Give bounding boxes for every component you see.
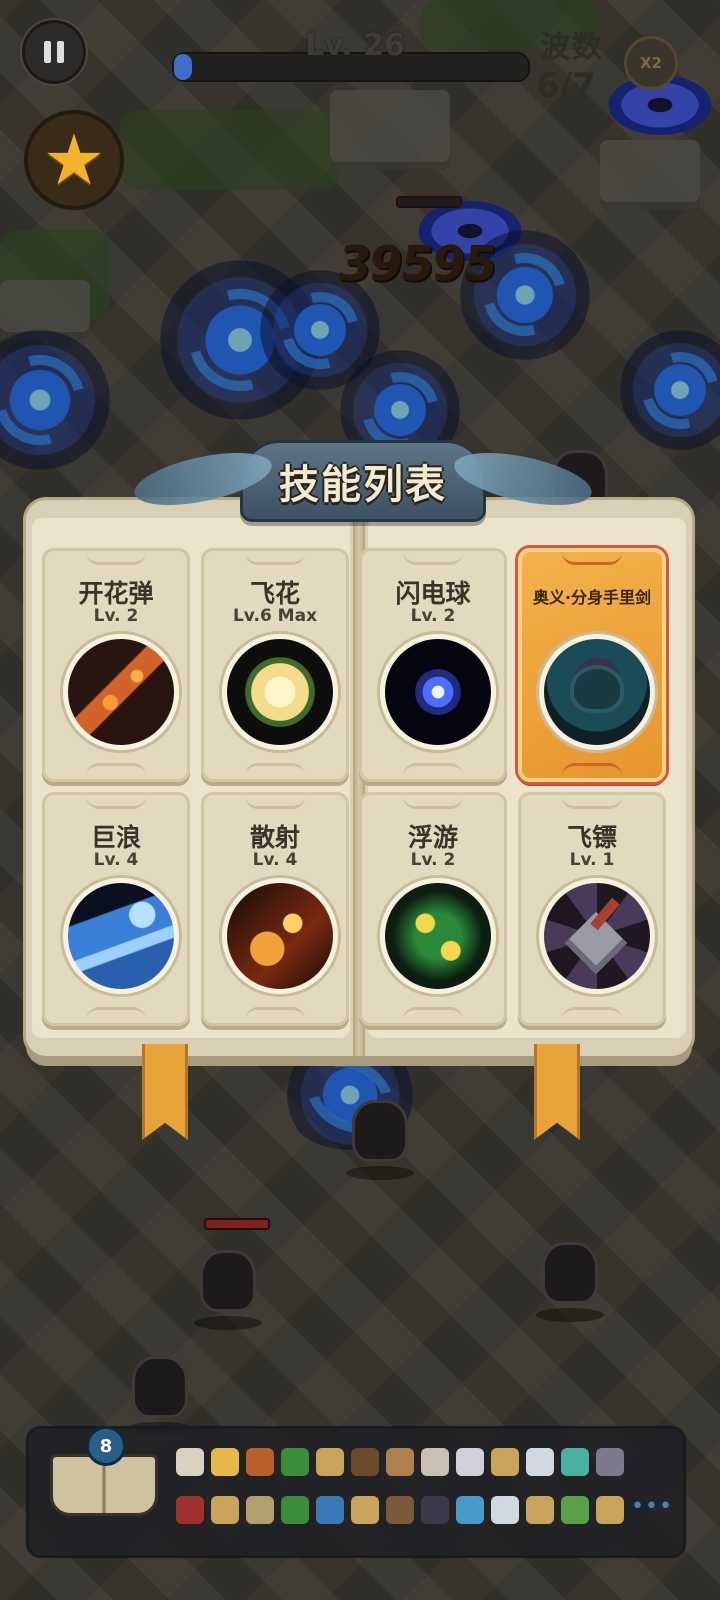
card-flourish bbox=[403, 796, 463, 809]
skill-list-title: 技能列表 bbox=[279, 462, 447, 508]
floating-orb-icon bbox=[380, 878, 496, 994]
lightning-ball-icon bbox=[380, 634, 496, 750]
inventory-item-icon[interactable] bbox=[596, 1496, 624, 1524]
skill-card-dart[interactable]: 飞镖 Lv. 1 bbox=[518, 792, 666, 1026]
card-flourish bbox=[245, 796, 305, 809]
pause-button[interactable] bbox=[22, 20, 86, 84]
inventory-item-grid: ••• bbox=[176, 1442, 676, 1542]
skill-name: 浮游 bbox=[407, 823, 458, 852]
skill-name: 飞花 bbox=[249, 579, 300, 608]
inventory-item-icon[interactable] bbox=[491, 1448, 519, 1476]
inventory-item-icon[interactable] bbox=[456, 1496, 484, 1524]
more-items-button[interactable]: ••• bbox=[631, 1490, 672, 1530]
card-flourish bbox=[562, 763, 622, 776]
skill-name: 奥义·分身手里剑 bbox=[532, 588, 652, 607]
bloom-bullet-icon bbox=[63, 634, 179, 750]
skill-level: Lv. 4 bbox=[252, 850, 298, 870]
skill-name: 巨浪 bbox=[90, 823, 141, 852]
inventory-item-icon[interactable] bbox=[596, 1448, 624, 1476]
skill-level: Lv. 2 bbox=[410, 606, 456, 626]
star-skill-button[interactable]: ★ bbox=[24, 110, 124, 210]
inventory-item-icon[interactable] bbox=[316, 1448, 344, 1476]
flying-flower-icon bbox=[222, 634, 338, 750]
card-flourish bbox=[245, 763, 305, 776]
skill-name: 飞镖 bbox=[566, 823, 617, 852]
star-icon: ★ bbox=[42, 119, 106, 201]
giant-wave-icon bbox=[63, 878, 179, 994]
pause-icon bbox=[44, 41, 51, 63]
skill-card-clone-shuriken[interactable]: 奥义·分身手里剑 bbox=[518, 548, 666, 782]
skill-card-giant-wave[interactable]: 巨浪 Lv. 4 bbox=[42, 792, 190, 1026]
inventory-item-icon[interactable] bbox=[211, 1448, 239, 1476]
card-flourish bbox=[86, 763, 146, 776]
skill-level: Lv. 4 bbox=[93, 850, 139, 870]
player-level: Lv. 26 bbox=[305, 28, 405, 63]
inventory-item-icon[interactable] bbox=[561, 1496, 589, 1524]
skill-level: Lv. 2 bbox=[93, 606, 139, 626]
inventory-item-icon[interactable] bbox=[526, 1448, 554, 1476]
skill-list-title-plate: 技能列表 bbox=[129, 440, 597, 522]
speed-toggle-button[interactable]: X2 bbox=[624, 36, 678, 90]
skill-card-lightning-ball[interactable]: 闪电球 Lv. 2 bbox=[359, 548, 507, 782]
skill-card-scatter-shot[interactable]: 散射 Lv. 4 bbox=[201, 792, 349, 1026]
card-flourish bbox=[245, 1007, 305, 1020]
card-flourish bbox=[86, 796, 146, 809]
skill-level: Lv.6 Max bbox=[232, 606, 318, 626]
skill-name: 闪电球 bbox=[395, 579, 471, 608]
inventory-item-icon[interactable] bbox=[316, 1496, 344, 1524]
inventory-item-icon[interactable] bbox=[561, 1448, 589, 1476]
pause-icon bbox=[57, 41, 64, 63]
card-flourish bbox=[562, 796, 622, 809]
inventory-empty-slot bbox=[631, 1442, 663, 1482]
xp-bar-fill bbox=[174, 54, 192, 80]
wave-count: 6/7 bbox=[536, 66, 596, 106]
inventory-item-icon[interactable] bbox=[421, 1496, 449, 1524]
card-flourish bbox=[245, 552, 305, 565]
card-flourish bbox=[403, 552, 463, 565]
card-flourish bbox=[86, 1007, 146, 1020]
inventory-item-icon[interactable] bbox=[386, 1496, 414, 1524]
inventory-item-icon[interactable] bbox=[246, 1448, 274, 1476]
inventory-item-icon[interactable] bbox=[456, 1448, 484, 1476]
inventory-item-icon[interactable] bbox=[176, 1448, 204, 1476]
inventory-item-icon[interactable] bbox=[281, 1448, 309, 1476]
wave-label: 波数 bbox=[540, 30, 604, 65]
skill-name: 散射 bbox=[249, 823, 300, 852]
inventory-item-icon[interactable] bbox=[281, 1496, 309, 1524]
inventory-item-icon[interactable] bbox=[176, 1496, 204, 1524]
card-flourish bbox=[403, 763, 463, 776]
card-flourish bbox=[86, 552, 146, 565]
inventory-item-icon[interactable] bbox=[351, 1496, 379, 1524]
inventory-item-icon[interactable] bbox=[386, 1448, 414, 1476]
skill-level: Lv. 1 bbox=[569, 850, 615, 870]
skill-name: 开花弹 bbox=[78, 579, 154, 608]
skill-card-flying-flower[interactable]: 飞花 Lv.6 Max bbox=[201, 548, 349, 782]
clone-shuriken-icon bbox=[539, 634, 655, 750]
card-flourish bbox=[562, 552, 622, 565]
skill-card-floating-orb[interactable]: 浮游 Lv. 2 bbox=[359, 792, 507, 1026]
skill-count-badge: 8 bbox=[86, 1426, 126, 1466]
skill-book-button[interactable]: 8 bbox=[36, 1416, 166, 1546]
skill-level: Lv. 2 bbox=[410, 850, 456, 870]
inventory-item-icon[interactable] bbox=[351, 1448, 379, 1476]
scatter-shot-icon bbox=[222, 878, 338, 994]
inventory-item-icon[interactable] bbox=[246, 1496, 274, 1524]
inventory-item-icon[interactable] bbox=[211, 1496, 239, 1524]
card-flourish bbox=[562, 1007, 622, 1020]
skill-card-bloom-bullet[interactable]: 开花弹 Lv. 2 bbox=[42, 548, 190, 782]
inventory-item-icon[interactable] bbox=[421, 1448, 449, 1476]
inventory-item-icon[interactable] bbox=[491, 1496, 519, 1524]
dart-icon bbox=[539, 878, 655, 994]
card-flourish bbox=[403, 1007, 463, 1020]
inventory-item-icon[interactable] bbox=[526, 1496, 554, 1524]
